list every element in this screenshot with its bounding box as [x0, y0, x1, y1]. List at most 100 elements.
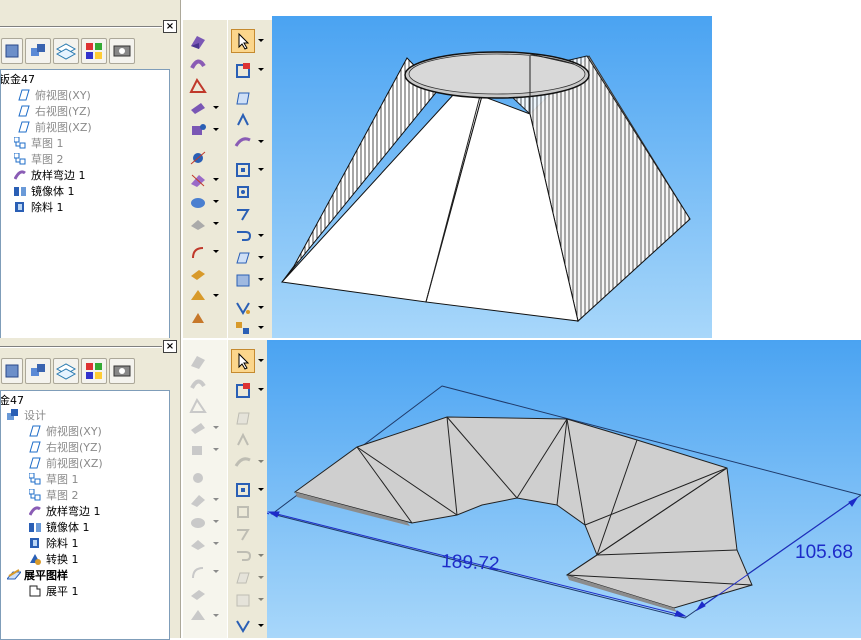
emboss-icon[interactable]: [189, 266, 207, 282]
layers-tab-icon[interactable]: [53, 38, 79, 64]
layers-tab-icon[interactable]: [53, 358, 79, 384]
plane-icon: [18, 89, 30, 101]
tree-item-mirror-body[interactable]: 镜像体 1: [14, 184, 75, 199]
sweep-icon[interactable]: [189, 398, 207, 414]
normal-cutout-icon[interactable]: [234, 504, 252, 520]
flange-icon[interactable]: [189, 420, 219, 436]
gusset-icon[interactable]: [189, 608, 219, 624]
tab-icon[interactable]: [234, 90, 252, 106]
tree-item-cutout[interactable]: 除料 1: [14, 200, 64, 215]
revolve-icon[interactable]: [189, 56, 207, 72]
break-corner-icon[interactable]: [234, 206, 252, 222]
hole-icon[interactable]: [189, 150, 207, 166]
dimension-length[interactable]: 189.72: [441, 551, 500, 575]
sheet-cutout-icon[interactable]: [234, 162, 264, 178]
tree-item-sketch-1[interactable]: 草图 1: [13, 136, 64, 151]
parts-tab-icon[interactable]: [25, 38, 51, 64]
hem-icon[interactable]: [234, 228, 264, 244]
lofted-flange-icon[interactable]: [234, 134, 264, 150]
select-tool-button[interactable]: [231, 29, 255, 53]
plane-icon: [29, 425, 41, 437]
tree-root[interactable]: 钣金47: [1, 72, 35, 87]
normal-cutout-icon[interactable]: [234, 184, 252, 200]
thicken-icon[interactable]: [234, 272, 264, 288]
dimple-icon[interactable]: [189, 514, 219, 530]
lofted-flange-icon[interactable]: [234, 454, 264, 470]
break-corner-icon[interactable]: [234, 526, 252, 542]
hem-icon[interactable]: [234, 548, 264, 564]
tree-item-mirror-body[interactable]: 镜像体 1: [29, 520, 90, 535]
jog-icon[interactable]: [234, 570, 264, 586]
contour-flange-icon[interactable]: [234, 112, 252, 128]
louver-icon[interactable]: [189, 216, 219, 232]
parts-tab-icon[interactable]: [25, 358, 51, 384]
tree-item-cutout[interactable]: 除料 1: [29, 536, 79, 551]
sweep-icon[interactable]: [189, 78, 207, 94]
louver-icon[interactable]: [189, 536, 219, 552]
bend-icon[interactable]: [189, 442, 219, 458]
color-tab-icon[interactable]: [81, 358, 107, 384]
revolve-icon[interactable]: [189, 376, 207, 392]
cutout-icon: [29, 537, 41, 549]
tree-item-sketch-2[interactable]: 草图 2: [13, 152, 64, 167]
feature-panel-top: × 钣金47 俯视图(XY) 右视图(YZ) 前视图(XZ) 草图 1 草图 2…: [0, 0, 181, 340]
corner-icon[interactable]: [189, 564, 219, 580]
viewport-3d-model[interactable]: [272, 16, 712, 338]
select-dropdown-icon[interactable]: [258, 353, 264, 369]
plane-icon: [18, 105, 30, 117]
close-icon[interactable]: ×: [163, 340, 177, 353]
smart-dimension-icon[interactable]: [234, 382, 264, 398]
tree-item-convert[interactable]: 转换 1: [29, 552, 79, 567]
cut-icon[interactable]: [189, 492, 219, 508]
feature-tree-top: 钣金47 俯视图(XY) 右视图(YZ) 前视图(XZ) 草图 1 草图 2 放…: [0, 69, 170, 340]
sheet-cutout-icon[interactable]: [234, 482, 264, 498]
feature-tree-bottom: 金47 设计 俯视图(XY) 右视图(YZ) 前视图(XZ) 草图 1 草图 2…: [0, 390, 170, 640]
tree-item-design[interactable]: 设计: [7, 408, 46, 423]
gusset-icon[interactable]: [189, 288, 219, 304]
tree-item-lofted-flange[interactable]: 放样弯边 1: [13, 168, 86, 183]
features-tab-icon[interactable]: [1, 358, 23, 384]
unfold-icon[interactable]: [234, 300, 264, 316]
design-icon: [7, 409, 19, 421]
unfold-icon[interactable]: [234, 618, 264, 634]
select-dropdown-icon[interactable]: [258, 33, 264, 49]
camera-tab-icon[interactable]: [109, 38, 135, 64]
close-icon[interactable]: ×: [163, 20, 177, 33]
extrude-icon[interactable]: [189, 354, 207, 370]
bend-icon[interactable]: [189, 122, 219, 138]
tree-item-sketch-1[interactable]: 草图 1: [28, 472, 79, 487]
cut-icon[interactable]: [189, 172, 219, 188]
tree-item-flat-pattern[interactable]: 展平图样: [5, 568, 68, 583]
hole-icon[interactable]: [189, 470, 207, 486]
smart-dimension-icon[interactable]: [234, 62, 264, 78]
tree-item-front-view[interactable]: 前视图(XZ): [29, 456, 103, 471]
tree-item-lofted-flange[interactable]: 放样弯边 1: [28, 504, 101, 519]
tree-item-flatten[interactable]: 展平 1: [29, 584, 79, 599]
flange-icon[interactable]: [189, 100, 219, 116]
rib-icon[interactable]: [189, 310, 207, 326]
select-tool-button[interactable]: [231, 349, 255, 373]
tree-root[interactable]: 金47: [1, 393, 24, 408]
tree-item-right-view[interactable]: 右视图(YZ): [29, 440, 102, 455]
corner-icon[interactable]: [189, 244, 219, 260]
feature-toolbar-bottom: [182, 340, 227, 638]
jog-icon[interactable]: [234, 250, 264, 266]
dimple-icon[interactable]: [189, 194, 219, 210]
tree-item-front-view[interactable]: 前视图(XZ): [18, 120, 92, 135]
features-tab-icon[interactable]: [1, 38, 23, 64]
refold-icon[interactable]: [234, 320, 264, 336]
tree-item-sketch-2[interactable]: 草图 2: [28, 488, 79, 503]
dimension-width[interactable]: 105.68: [795, 542, 853, 563]
extrude-icon[interactable]: [189, 34, 207, 50]
tree-item-right-view[interactable]: 右视图(YZ): [18, 104, 91, 119]
emboss-icon[interactable]: [189, 586, 207, 602]
tab-icon[interactable]: [234, 410, 252, 426]
tree-item-top-view[interactable]: 俯视图(XY): [29, 424, 102, 439]
camera-tab-icon[interactable]: [109, 358, 135, 384]
viewport-flat-pattern[interactable]: 189.72 105.68: [267, 340, 861, 638]
tree-item-top-view[interactable]: 俯视图(XY): [18, 88, 91, 103]
lofted-cone-model: [272, 16, 712, 338]
thicken-icon[interactable]: [234, 592, 264, 608]
color-tab-icon[interactable]: [81, 38, 107, 64]
contour-flange-icon[interactable]: [234, 432, 252, 448]
